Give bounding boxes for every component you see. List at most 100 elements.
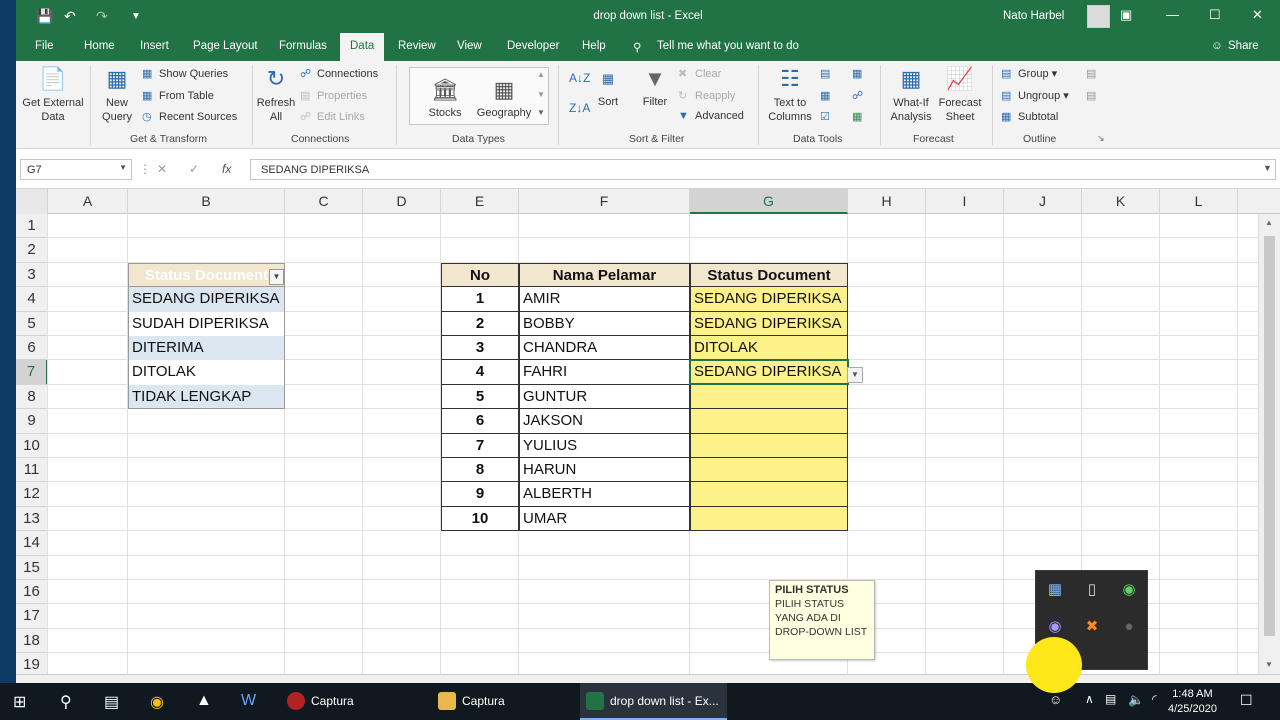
filter-button[interactable]: ▼ Filter	[636, 65, 674, 108]
list-header-cell[interactable]: Status Document	[128, 263, 285, 287]
task-view-icon[interactable]: ▤	[104, 692, 119, 712]
user-name[interactable]: Nato Harbel	[1003, 10, 1064, 22]
table-cell-no[interactable]: 2	[441, 311, 519, 336]
column-header[interactable]: H	[848, 189, 926, 214]
remove-duplicates-icon[interactable]: ▦	[820, 89, 830, 102]
gallery-up-icon[interactable]: ▲	[537, 70, 545, 79]
table-cell-name[interactable]: JAKSON	[519, 409, 690, 434]
taskbar-app-excel[interactable]: drop down list - Ex...	[580, 683, 727, 720]
browser-tray-icon[interactable]: ◉	[1044, 616, 1066, 638]
record-tray-icon[interactable]: ●	[1118, 616, 1140, 638]
table-cell-name[interactable]: ALBERTH	[519, 482, 690, 507]
from-table-button[interactable]: ▦ From Table	[142, 89, 214, 102]
close-icon[interactable]: ✕	[1252, 7, 1263, 23]
data-validation-icon[interactable]: ☑	[820, 110, 830, 123]
table-cell-no[interactable]: 6	[441, 409, 519, 434]
table-cell-status[interactable]	[690, 409, 848, 434]
battery-icon[interactable]: ▤	[1105, 692, 1116, 706]
table-cell-no[interactable]: 8	[441, 458, 519, 483]
show-hidden-icons[interactable]: ∧	[1085, 692, 1094, 706]
vertical-scrollbar[interactable]: ▲ ▼	[1258, 214, 1280, 674]
table-cell-name[interactable]: GUNTUR	[519, 384, 690, 410]
avatar[interactable]	[1087, 5, 1110, 28]
show-detail-icon[interactable]: ▤	[1086, 67, 1096, 80]
table-cell-no[interactable]: 7	[441, 433, 519, 458]
table-cell-no[interactable]: 9	[441, 482, 519, 507]
formula-input[interactable]: SEDANG DIPERIKSA	[250, 159, 1276, 180]
table-cell-name[interactable]: AMIR	[519, 287, 690, 312]
row-header[interactable]: 18	[16, 628, 48, 654]
row-header[interactable]: 11	[16, 458, 48, 483]
geography-button[interactable]: ▦ Geography	[474, 76, 534, 119]
cell-dropdown-icon[interactable]: ▼	[847, 367, 863, 383]
column-header[interactable]: C	[285, 189, 363, 214]
hide-detail-icon[interactable]: ▤	[1086, 89, 1096, 102]
recent-sources-button[interactable]: ◷ Recent Sources	[142, 110, 237, 123]
new-query-button[interactable]: ▦ New Query	[94, 65, 140, 124]
chevron-down-icon[interactable]: ▼	[119, 163, 127, 172]
row-header[interactable]: 1	[16, 214, 48, 239]
show-queries-button[interactable]: ▦ Show Queries	[142, 67, 228, 80]
insert-function-icon[interactable]: fx	[222, 162, 231, 176]
table-cell-name[interactable]: CHANDRA	[519, 336, 690, 361]
row-header[interactable]: 13	[16, 506, 48, 532]
table-cell-status[interactable]: SEDANG DIPERIKSA	[690, 360, 848, 385]
taskbar-app-captura-1[interactable]: Captura	[281, 683, 428, 720]
column-header[interactable]: L	[1160, 189, 1238, 214]
table-header-cell[interactable]: Nama Pelamar	[519, 262, 690, 288]
row-header[interactable]: 3	[16, 262, 48, 288]
filter-dropdown-icon[interactable]: ▼	[269, 269, 284, 285]
search-icon[interactable]: ⚲	[60, 692, 72, 712]
connections-button[interactable]: ☍ Connections	[300, 67, 378, 80]
tab-data[interactable]: Data	[340, 33, 385, 61]
windows-start-icon[interactable]: ⊞	[13, 692, 26, 712]
maximize-icon[interactable]: ☐	[1209, 7, 1221, 23]
table-cell-name[interactable]: BOBBY	[519, 311, 690, 336]
tab-formulas[interactable]: Formulas	[279, 40, 327, 52]
people-icon[interactable]: ☺	[1049, 692, 1062, 707]
table-cell-name[interactable]: HARUN	[519, 458, 690, 483]
table-cell-no[interactable]: 10	[441, 506, 519, 532]
forecast-sheet-button[interactable]: 📈 Forecast Sheet	[936, 65, 984, 124]
row-header[interactable]: 4	[16, 287, 48, 312]
sort-descending-icon[interactable]: Z↓A	[569, 101, 590, 115]
tab-help[interactable]: Help	[582, 40, 606, 52]
table-cell-no[interactable]: 3	[441, 336, 519, 361]
column-header[interactable]: A	[48, 189, 128, 214]
column-header[interactable]: K	[1082, 189, 1160, 214]
column-header[interactable]: D	[363, 189, 441, 214]
table-cell-status[interactable]: SEDANG DIPERIKSA	[690, 311, 848, 336]
tab-review[interactable]: Review	[398, 40, 436, 52]
ungroup-button[interactable]: ▤ Ungroup ▾	[1001, 89, 1069, 102]
table-cell-name[interactable]: YULIUS	[519, 433, 690, 458]
row-header[interactable]: 7	[16, 360, 48, 385]
consolidate-icon[interactable]: ▦	[852, 67, 862, 80]
list-item[interactable]: SEDANG DIPERIKSA	[128, 287, 285, 312]
column-header[interactable]: F	[519, 189, 690, 214]
what-if-analysis-button[interactable]: ▦ What-If Analysis	[886, 65, 936, 124]
row-header[interactable]: 2	[16, 238, 48, 263]
table-cell-status[interactable]	[690, 482, 848, 507]
relationships-icon[interactable]: ☍	[852, 89, 863, 102]
table-cell-status[interactable]	[690, 433, 848, 458]
row-header[interactable]: 19	[16, 653, 48, 674]
table-cell-name[interactable]: FAHRI	[519, 360, 690, 385]
row-header[interactable]: 15	[16, 555, 48, 580]
row-header[interactable]: 17	[16, 604, 48, 629]
expand-formula-icon[interactable]: ▼	[1263, 163, 1272, 173]
table-cell-status[interactable]: SEDANG DIPERIKSA	[690, 287, 848, 312]
table-cell-status[interactable]	[690, 384, 848, 410]
row-header[interactable]: 16	[16, 580, 48, 605]
tab-insert[interactable]: Insert	[140, 40, 169, 52]
outline-settings-icon[interactable]: ↘	[1097, 133, 1105, 144]
column-header[interactable]: J	[1004, 189, 1082, 214]
clear-button[interactable]: ✖ Clear	[678, 67, 721, 80]
row-header[interactable]: 9	[16, 409, 48, 434]
sort-ascending-icon[interactable]: A↓Z	[569, 71, 590, 85]
table-cell-no[interactable]: 1	[441, 287, 519, 312]
row-header[interactable]: 6	[16, 336, 48, 361]
table-cell-no[interactable]: 4	[441, 360, 519, 385]
enter-icon[interactable]: ✓	[189, 162, 199, 176]
tool-tray-icon[interactable]: ✖	[1081, 616, 1103, 638]
tab-view[interactable]: View	[457, 40, 482, 52]
